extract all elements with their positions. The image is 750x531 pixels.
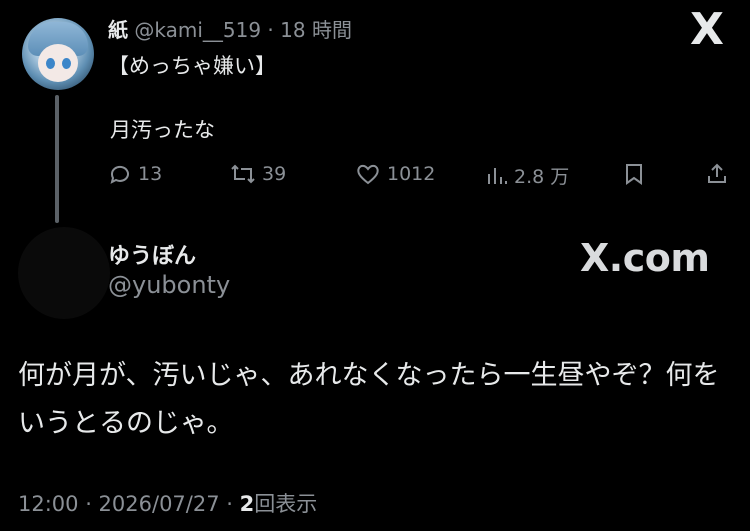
retweet-button[interactable]: 39 <box>230 162 286 186</box>
reply-meta: 12:00 · 2026/07/27 · 2回表示 <box>18 488 317 518</box>
reply-avatar[interactable] <box>18 227 110 319</box>
tweet-time[interactable]: 18 時間 <box>280 18 352 42</box>
retweet-count: 39 <box>262 163 287 185</box>
like-count: 1012 <box>387 163 436 185</box>
like-button[interactable]: 1012 <box>355 162 435 186</box>
reply-view-label: 回表示 <box>254 492 318 516</box>
avatar[interactable] <box>22 18 94 90</box>
xcom-watermark: X.com <box>580 236 710 280</box>
avatar-face <box>38 44 78 82</box>
avatar-eye <box>62 58 71 69</box>
tweet-text-line: 【めっちゃ嫌い】 <box>108 54 276 78</box>
reply-view-count: 2 <box>239 492 255 516</box>
share-button[interactable] <box>705 162 729 186</box>
reply-author-handle[interactable]: @yubonty <box>108 271 230 299</box>
author-handle[interactable]: @kami__519 <box>134 18 261 42</box>
avatar-eye <box>46 58 55 69</box>
reply-text: 何が月が、汚いじゃ、あれなくなったら一生昼やぞ？何をいうとるのじゃ。 <box>18 360 720 439</box>
author-name[interactable]: 紙 <box>108 18 128 42</box>
bar-chart-icon <box>488 167 507 184</box>
reply-count: 13 <box>138 163 163 185</box>
share-icon <box>708 163 726 183</box>
tweet-text-line: 月汚ったな <box>110 118 215 142</box>
reply-timestamp[interactable]: 12:00 · 2026/07/27 · <box>18 492 240 516</box>
tweet-header: 紙 @kami__519 · 18 時間 <box>108 14 352 43</box>
reply-button[interactable]: 13 <box>108 162 162 186</box>
bookmark-icon <box>626 164 642 185</box>
speech-bubble-icon <box>110 165 129 184</box>
retweet-icon <box>231 164 255 184</box>
separator: · <box>267 18 274 42</box>
views-button[interactable]: 2.8 万 <box>486 162 569 189</box>
reply-author-name[interactable]: ゆうぼん <box>108 238 196 270</box>
heart-icon <box>357 164 379 185</box>
thread-line <box>55 95 59 223</box>
view-count: 2.8 万 <box>514 166 570 188</box>
bookmark-button[interactable] <box>623 162 645 186</box>
x-logo-icon: X <box>690 4 724 55</box>
